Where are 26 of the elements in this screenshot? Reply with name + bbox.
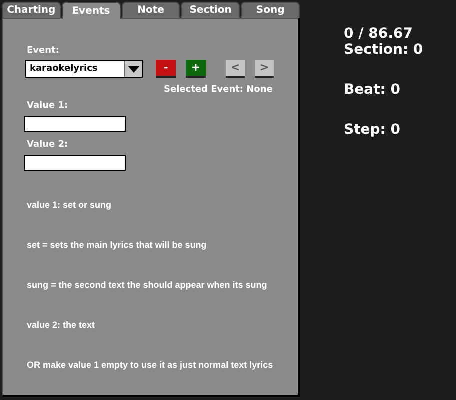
input-field[interactable] <box>24 116 126 132</box>
input-field[interactable] <box>24 155 126 171</box>
add-button[interactable]: + <box>186 60 206 78</box>
tab[interactable]: Charting <box>2 2 61 18</box>
stat-text: Step: 0 <box>344 122 402 138</box>
caret-icon <box>128 66 140 72</box>
previous-button[interactable]: < <box>226 60 245 78</box>
tab[interactable]: Events <box>62 2 121 19</box>
selected-event-text: Selected Event: None <box>164 85 274 97</box>
help-text: sung = the second text the should appear when its sung <box>27 280 268 292</box>
event-label: Event: <box>27 46 60 58</box>
stat-text: Section: 0 <box>344 42 424 58</box>
next-button[interactable]: > <box>255 60 274 78</box>
remove-button[interactable]: - <box>156 60 176 78</box>
help-text: value 1: set or sung <box>27 200 113 212</box>
help-text: set = sets the main lyrics that will be sung <box>27 240 208 252</box>
tab[interactable]: Section <box>181 2 240 18</box>
event-dropdown[interactable]: karaokelyrics <box>25 60 143 78</box>
stat-text: Beat: 0 <box>344 82 402 98</box>
stat-text: 0 / 86.67 <box>344 26 414 42</box>
help-text: OR make value 1 empty to use it as just normal text lyrics <box>27 360 274 372</box>
field-label: Value 1: <box>27 101 70 113</box>
tab[interactable]: Song <box>241 2 300 18</box>
tab[interactable]: Note <box>122 2 180 18</box>
help-text: value 2: the text <box>27 320 96 332</box>
field-label: Value 2: <box>27 140 70 152</box>
